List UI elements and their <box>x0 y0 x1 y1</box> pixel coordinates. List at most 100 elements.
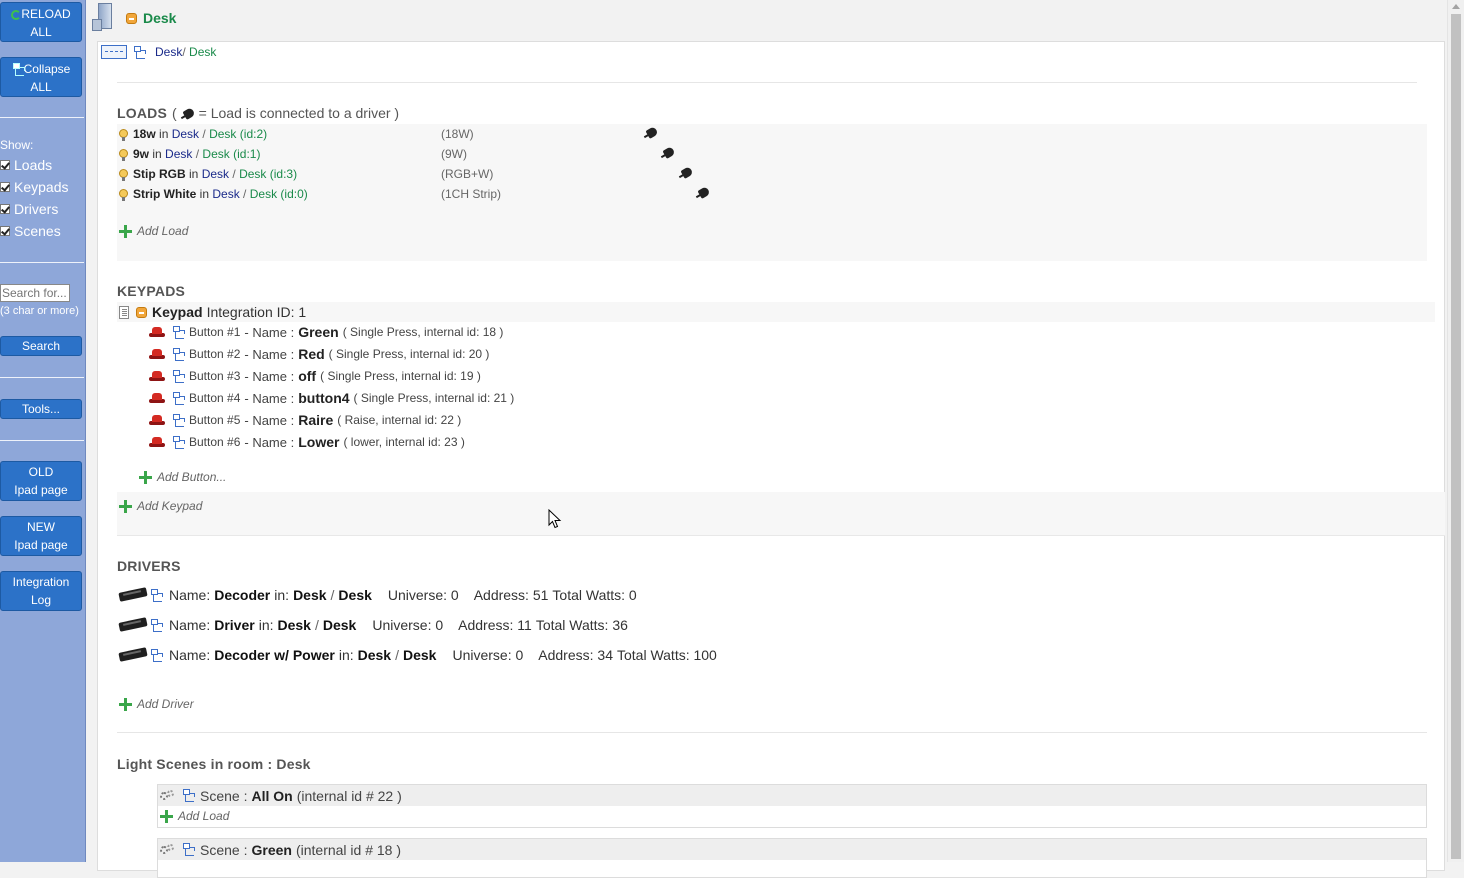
checkbox-icon[interactable] <box>0 204 10 214</box>
load-name[interactable]: 9w <box>133 147 149 161</box>
show-scenes-checkbox[interactable]: Scenes <box>0 223 61 239</box>
load-room-link[interactable]: Desk <box>250 187 277 201</box>
tree-icon[interactable] <box>182 843 194 856</box>
keypad-button-row[interactable]: Button #6 - Name : Lower ( lower, intern… <box>149 434 465 450</box>
scroll-thumb[interactable] <box>1451 14 1461 859</box>
driver-row[interactable]: Name: Decoder in: Desk / Desk Universe: … <box>119 587 637 603</box>
driver-area-link[interactable]: Desk <box>278 617 311 633</box>
scene-header[interactable]: Scene : Green (internal id # 18 ) <box>158 839 1426 860</box>
gear-icon[interactable] <box>159 843 175 857</box>
load-name[interactable]: Strip White <box>133 187 196 201</box>
collapse-keypad-icon[interactable] <box>136 306 147 318</box>
tree-icon[interactable] <box>150 648 162 662</box>
loads-panel <box>117 124 1427 261</box>
button-name[interactable]: button4 <box>298 390 349 406</box>
load-row[interactable]: 9w in Desk / Desk (id:1) <box>119 147 260 161</box>
add-button-link[interactable]: Add Button... <box>139 470 226 484</box>
load-area-link[interactable]: Desk <box>202 167 229 181</box>
scroll-up-arrow-icon[interactable] <box>1452 4 1460 9</box>
driver-room-link[interactable]: Desk <box>338 587 371 603</box>
scene-add-load-link[interactable]: Add Load <box>160 809 1426 823</box>
tree-icon[interactable] <box>172 325 184 339</box>
driver-name[interactable]: Decoder <box>214 587 270 603</box>
show-keypads-checkbox[interactable]: Keypads <box>0 179 68 195</box>
collapse-all-button[interactable]: Collapse ALL <box>0 57 82 97</box>
divider <box>0 117 84 118</box>
scene-name[interactable]: All On <box>251 788 292 804</box>
load-row[interactable]: Strip White in Desk / Desk (id:0) <box>119 187 308 201</box>
show-loads-checkbox[interactable]: Loads <box>0 157 52 173</box>
keypad-button-row[interactable]: Button #2 - Name : Red ( Single Press, i… <box>149 346 489 362</box>
page-header: Desk <box>92 0 176 36</box>
keypad-button-row[interactable]: Button #4 - Name : button4 ( Single Pres… <box>149 390 514 406</box>
button-name[interactable]: Green <box>298 324 338 340</box>
tree-icon[interactable] <box>172 347 184 361</box>
scene-name[interactable]: Green <box>251 842 291 858</box>
keypad-button-row[interactable]: Button #3 - Name : off ( Single Press, i… <box>149 368 481 384</box>
gear-icon[interactable] <box>159 789 175 803</box>
driver-row[interactable]: Name: Decoder w/ Power in: Desk / Desk U… <box>119 647 717 663</box>
add-keypad-link[interactable]: Add Keypad <box>119 499 202 513</box>
button-name[interactable]: Raire <box>298 412 333 428</box>
reload-all-button[interactable]: RELOAD ALL <box>0 2 82 42</box>
keypads-title: KEYPADS <box>117 283 186 299</box>
list-icon[interactable] <box>119 305 129 319</box>
load-area-link[interactable]: Desk <box>165 147 192 161</box>
tree-icon[interactable] <box>133 45 145 59</box>
driver-room-link[interactable]: Desk <box>403 647 436 663</box>
tree-icon[interactable] <box>150 618 162 632</box>
search-input[interactable] <box>0 284 70 302</box>
new-ipad-page-button[interactable]: NEW Ipad page <box>0 516 82 556</box>
driver-name[interactable]: Driver <box>214 617 254 633</box>
tools-button[interactable]: Tools... <box>0 399 82 419</box>
driver-separator: / <box>330 587 335 603</box>
load-room-link[interactable]: Desk <box>239 167 266 181</box>
show-label: Show: <box>0 138 34 152</box>
button-name[interactable]: Red <box>298 346 324 362</box>
floorplan-icon[interactable] <box>101 45 127 59</box>
integration-log-button[interactable]: Integration Log <box>0 571 82 611</box>
tree-icon[interactable] <box>172 413 184 427</box>
tree-icon[interactable] <box>172 369 184 383</box>
loads-title: LOADS <box>117 105 167 121</box>
tree-icon[interactable] <box>182 789 194 802</box>
keypad-button-row[interactable]: Button #1 - Name : Green ( Single Press,… <box>149 324 503 340</box>
scene-header[interactable]: Scene : All On (internal id # 22 ) <box>158 785 1426 806</box>
load-name[interactable]: Stip RGB <box>133 167 186 181</box>
breadcrumb-current[interactable]: Desk <box>189 45 216 59</box>
vertical-scrollbar[interactable] <box>1447 0 1464 862</box>
load-row[interactable]: 18w in Desk / Desk (id:2) <box>119 127 267 141</box>
add-driver-link[interactable]: Add Driver <box>119 697 194 711</box>
load-id: (id:1) <box>233 147 261 161</box>
tree-icon[interactable] <box>172 391 184 405</box>
button-name[interactable]: off <box>298 368 316 384</box>
driver-room-link[interactable]: Desk <box>323 617 356 633</box>
load-row[interactable]: Stip RGB in Desk / Desk (id:3) <box>119 167 297 181</box>
checkbox-icon[interactable] <box>0 226 10 236</box>
driver-address: Address: 51 <box>473 587 549 603</box>
driver-name[interactable]: Decoder w/ Power <box>214 647 335 663</box>
scene-prefix: Scene : <box>200 841 248 858</box>
load-room-link[interactable]: Desk <box>202 147 229 161</box>
driver-area-link[interactable]: Desk <box>293 587 326 603</box>
driver-area-link[interactable]: Desk <box>358 647 391 663</box>
show-drivers-checkbox[interactable]: Drivers <box>0 201 58 217</box>
tree-icon[interactable] <box>172 435 184 449</box>
search-button[interactable]: Search <box>0 336 82 356</box>
breadcrumb-parent[interactable]: Desk <box>155 45 182 59</box>
checkbox-icon[interactable] <box>0 182 10 192</box>
load-name[interactable]: 18w <box>133 127 156 141</box>
divider <box>117 82 1417 83</box>
driver-row[interactable]: Name: Driver in: Desk / Desk Universe: 0… <box>119 617 628 633</box>
checkbox-icon[interactable] <box>0 160 10 170</box>
load-area-link[interactable]: Desk <box>172 127 199 141</box>
collapse-room-icon[interactable] <box>126 12 137 24</box>
keypad-label: Keypad <box>152 304 203 320</box>
tree-icon[interactable] <box>150 588 162 602</box>
load-area-link[interactable]: Desk <box>212 187 239 201</box>
button-name[interactable]: Lower <box>298 434 339 450</box>
keypad-button-row[interactable]: Button #5 - Name : Raire ( Raise, intern… <box>149 412 461 428</box>
add-load-link[interactable]: Add Load <box>119 224 188 238</box>
load-room-link[interactable]: Desk <box>209 127 236 141</box>
old-ipad-page-button[interactable]: OLD Ipad page <box>0 461 82 501</box>
